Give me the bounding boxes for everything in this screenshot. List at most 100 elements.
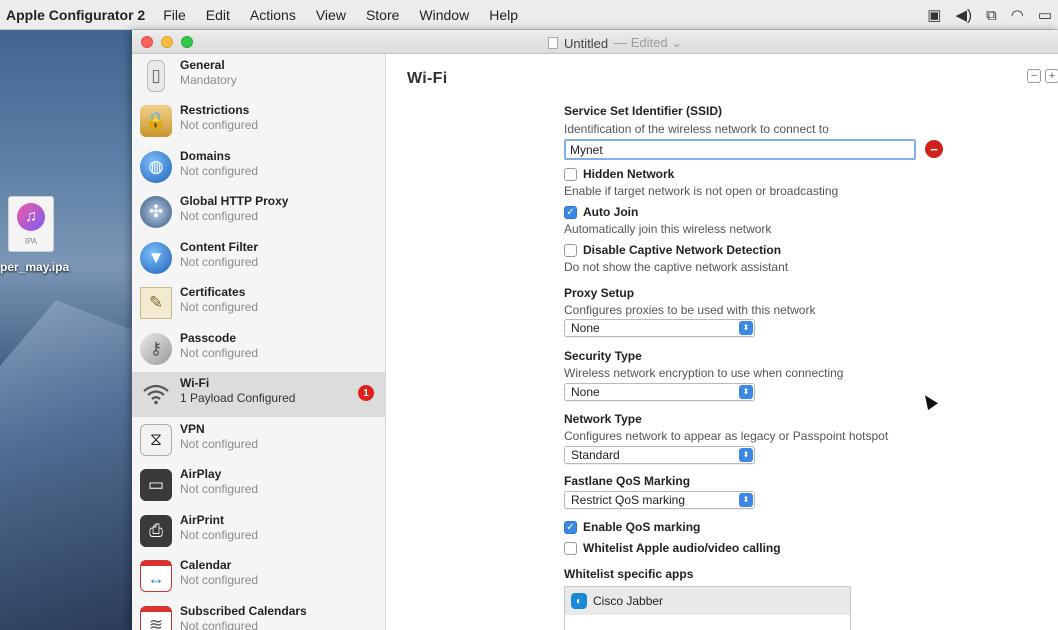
sidebar-item-title: VPN (180, 422, 205, 436)
document-icon (548, 37, 558, 49)
sidebar-item-title: Domains (180, 149, 231, 163)
sidebar-item-subtitle: Not configured (180, 482, 259, 496)
window-title[interactable]: Untitled — Edited ⌄ (548, 35, 682, 51)
sidebar-item-passcode[interactable]: ⚷ Passcode Not configured (132, 327, 385, 372)
whitelist-calls-row[interactable]: Whitelist Apple audio/video calling (564, 541, 781, 555)
vpn-icon: ⧖ (140, 424, 172, 456)
sidebar-item-title: Passcode (180, 331, 237, 345)
network-type-select[interactable]: Standard ⬍ (564, 446, 755, 464)
sidebar-item-subtitle: Not configured (180, 437, 259, 451)
sidebar-item-title: Global HTTP Proxy (180, 194, 289, 208)
error-icon[interactable]: − (925, 140, 943, 158)
sidebar-item-title: Content Filter (180, 240, 258, 254)
captive-detection-checkbox[interactable] (564, 243, 577, 257)
menu-help[interactable]: Help (479, 7, 528, 23)
sidebar-item-subtitle: Not configured (180, 346, 259, 360)
app-name: Cisco Jabber (593, 594, 664, 608)
captive-detection-row[interactable]: Disable Captive Network Detection (564, 243, 781, 257)
certificate-icon: ✎ (140, 287, 172, 319)
close-button[interactable] (141, 36, 153, 48)
minimize-button[interactable] (161, 36, 173, 48)
sidebar-item-subtitle: Not configured (180, 619, 259, 630)
menu-app-name[interactable]: Apple Configurator 2 (0, 7, 153, 23)
calendar-icon: ↔ (140, 560, 172, 592)
battery-icon[interactable]: ▭ (1038, 6, 1052, 24)
music-note-icon: ♫ (17, 203, 45, 231)
proxy-setup-select[interactable]: None ⬍ (564, 319, 755, 337)
sidebar-item-subscribed-calendars[interactable]: ≋ Subscribed Calendars Not configured (132, 600, 385, 630)
configurator-window: Untitled — Edited ⌄ ▯ General Mandatory … (132, 30, 1058, 630)
remove-payload-button[interactable]: − (1027, 69, 1041, 83)
sidebar-item-airprint[interactable]: ⎙ AirPrint Not configured (132, 509, 385, 554)
auto-join-label: Auto Join (583, 205, 639, 219)
pane-title: Wi-Fi (407, 70, 448, 87)
display-icon[interactable]: ▣ (927, 6, 941, 24)
updown-chevron-icon: ⬍ (739, 321, 753, 335)
menu-bar: Apple Configurator 2 File Edit Actions V… (0, 0, 1058, 30)
zoom-button[interactable] (181, 36, 193, 48)
ssid-description: Identification of the wireless network t… (564, 122, 829, 136)
menu-actions[interactable]: Actions (240, 7, 306, 23)
hidden-network-label: Hidden Network (583, 167, 675, 181)
mouse-cursor-icon (920, 391, 938, 411)
list-item[interactable]: ◐ Cisco Jabber (565, 587, 850, 615)
menu-window[interactable]: Window (409, 7, 479, 23)
sidebar-item-vpn[interactable]: ⧖ VPN Not configured (132, 418, 385, 463)
sidebar-item-global-http-proxy[interactable]: ✣ Global HTTP Proxy Not configured (132, 190, 385, 235)
enable-qos-row[interactable]: ✓ Enable QoS marking (564, 520, 700, 534)
fastlane-qos-select[interactable]: Restrict QoS marking ⬍ (564, 491, 755, 509)
sidebar-item-airplay[interactable]: ▭ AirPlay Not configured (132, 463, 385, 508)
sidebar-item-restrictions[interactable]: 🔒 Restrictions Not configured (132, 99, 385, 144)
proxy-setup-label: Proxy Setup (564, 286, 635, 300)
updown-chevron-icon: ⬍ (739, 385, 753, 399)
hidden-network-checkbox[interactable] (564, 167, 577, 181)
security-type-select[interactable]: None ⬍ (564, 383, 755, 401)
captive-detection-label: Disable Captive Network Detection (583, 243, 782, 257)
sidebar-item-subtitle: Not configured (180, 528, 259, 542)
menu-file[interactable]: File (153, 7, 196, 23)
ipa-file-icon[interactable]: ♫ IPA (8, 196, 54, 252)
proxy-setup-description: Configures proxies to be used with this … (564, 303, 816, 317)
menu-view[interactable]: View (306, 7, 356, 23)
proxy-icon: ✣ (140, 196, 172, 228)
security-type-value: None (571, 385, 600, 399)
menu-edit[interactable]: Edit (196, 7, 240, 23)
sidebar-item-general[interactable]: ▯ General Mandatory (132, 54, 385, 99)
title-bar: Untitled — Edited ⌄ (132, 30, 1058, 54)
sidebar-item-subtitle: Not configured (180, 255, 259, 269)
fastlane-qos-value: Restrict QoS marking (571, 493, 686, 507)
content-filter-icon: ▼ (140, 242, 172, 274)
sidebar-item-title: Calendar (180, 558, 232, 572)
sidebar-item-subtitle: Not configured (180, 118, 259, 132)
payload-sidebar: ▯ General Mandatory 🔒 Restrictions Not c… (132, 54, 386, 630)
auto-join-row[interactable]: ✓ Auto Join (564, 205, 638, 219)
sidebar-item-calendar[interactable]: ↔ Calendar Not configured (132, 554, 385, 599)
sidebar-item-domains[interactable]: ◍ Domains Not configured (132, 145, 385, 190)
wifi-icon[interactable]: ◠ (1011, 6, 1024, 24)
mirroring-icon[interactable]: ⧉ (986, 7, 997, 24)
sidebar-item-title: Certificates (180, 285, 246, 299)
whitelist-apps-list[interactable]: ◐ Cisco Jabber (564, 586, 851, 630)
sidebar-item-title: Wi-Fi (180, 376, 210, 390)
enable-qos-checkbox[interactable]: ✓ (564, 520, 577, 534)
window-controls (141, 36, 193, 48)
sidebar-item-content-filter[interactable]: ▼ Content Filter Not configured (132, 236, 385, 281)
menu-store[interactable]: Store (356, 7, 409, 23)
sidebar-item-wifi[interactable]: Wi-Fi 1 Payload Configured 1 (132, 372, 385, 417)
sidebar-item-title: Restrictions (180, 103, 250, 117)
ssid-label: Service Set Identifier (SSID) (564, 104, 723, 118)
subscribed-calendar-icon: ≋ (140, 606, 172, 630)
restrictions-icon: 🔒 (140, 105, 172, 137)
status-area: ▣ ◀) ⧉ ◠ ▭ (927, 0, 1058, 30)
auto-join-checkbox[interactable]: ✓ (564, 205, 577, 219)
hidden-network-row[interactable]: Hidden Network (564, 167, 674, 181)
add-payload-button[interactable]: + (1045, 69, 1058, 83)
captive-detection-description: Do not show the captive network assistan… (564, 260, 789, 274)
file-name-label[interactable]: per_may.ipa (0, 260, 69, 274)
whitelist-calls-checkbox[interactable] (564, 541, 577, 555)
whitelist-apps-label: Whitelist specific apps (564, 567, 694, 581)
ssid-input[interactable] (564, 139, 916, 160)
network-type-label: Network Type (564, 412, 642, 426)
sidebar-item-certificates[interactable]: ✎ Certificates Not configured (132, 281, 385, 326)
volume-icon[interactable]: ◀) (955, 6, 972, 24)
